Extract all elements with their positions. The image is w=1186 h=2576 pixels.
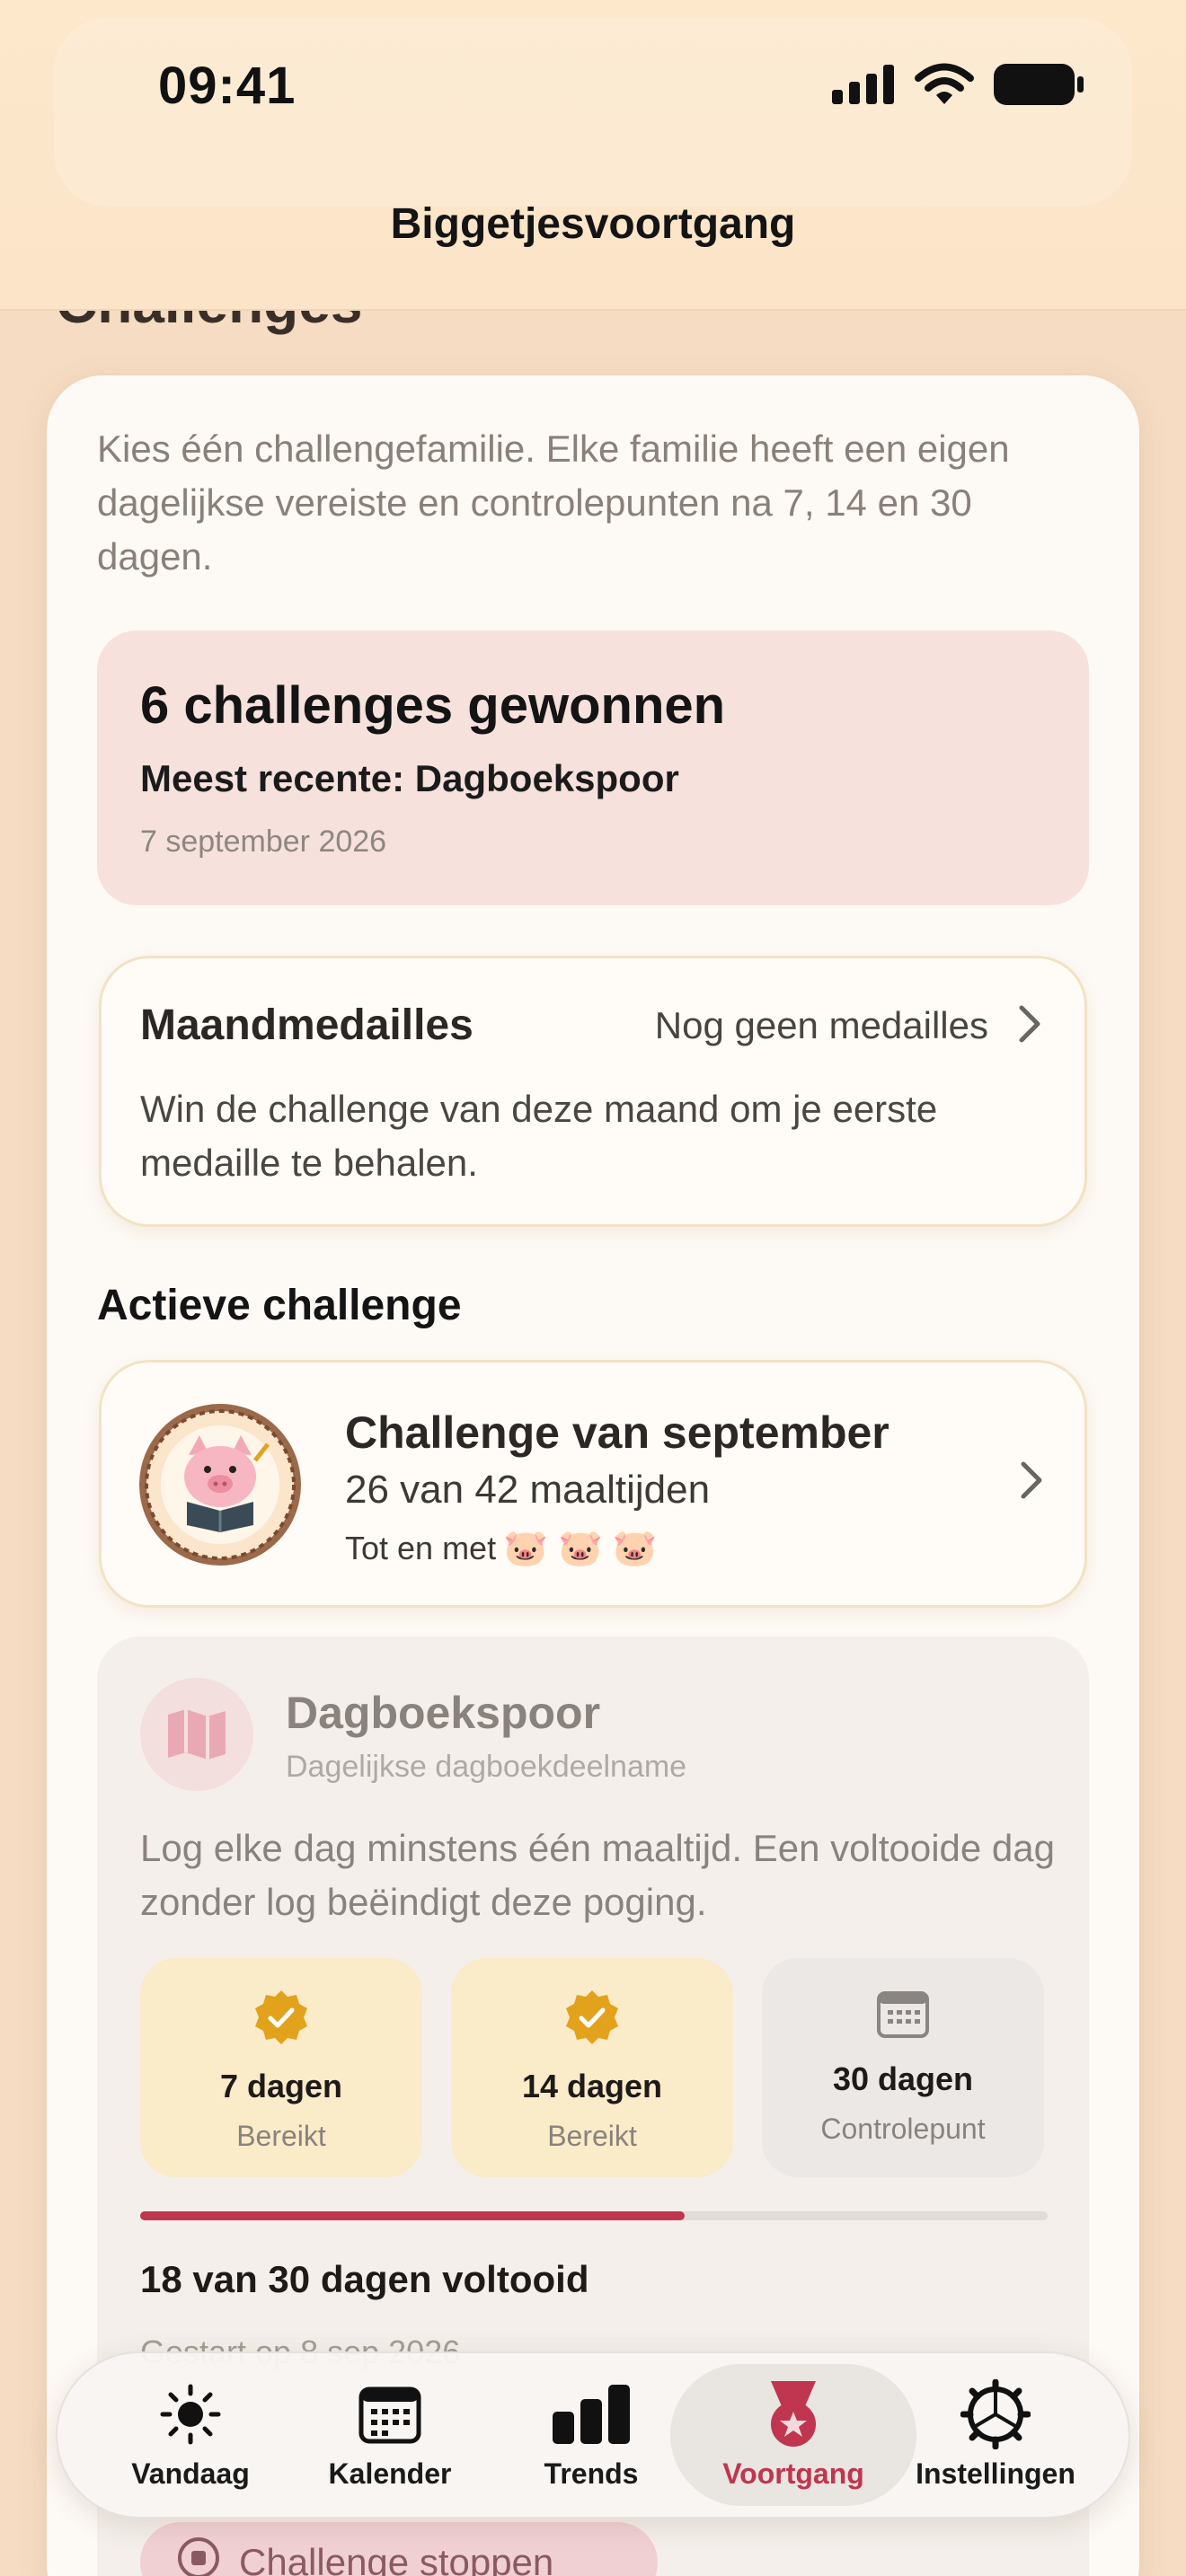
medal-status: Nog geen medailles bbox=[654, 1004, 988, 1046]
progress-bar bbox=[140, 2211, 1048, 2220]
chevron-right-icon bbox=[1017, 1004, 1042, 1048]
verified-check-icon bbox=[451, 1989, 733, 2050]
cellular-signal-icon bbox=[832, 65, 895, 109]
milestone-state: Bereikt bbox=[547, 2120, 637, 2152]
progress-bar-fill bbox=[140, 2211, 685, 2220]
calendar-icon bbox=[762, 1989, 1044, 2039]
medal-icon bbox=[693, 2378, 894, 2450]
medal-description: Win de challenge van deze maand om je ee… bbox=[140, 1088, 938, 1184]
pig-badge-icon bbox=[137, 1401, 304, 1568]
won-recent: Meest recente: Dagboekspoor bbox=[140, 757, 679, 799]
milestone-30: 30 dagen Controlepunt bbox=[762, 1958, 1044, 2177]
milestone-days: 7 dagen bbox=[219, 2068, 343, 2104]
tab-label: Kalender bbox=[328, 2457, 452, 2490]
milestone-days: 30 dagen bbox=[832, 2060, 974, 2097]
active-challenge-heading: Actieve challenge bbox=[97, 1282, 462, 1329]
bar-chart-icon bbox=[491, 2378, 692, 2450]
map-icon bbox=[140, 1678, 253, 1791]
stop-icon bbox=[176, 2536, 221, 2576]
page-title: Biggetjesvoortgang bbox=[390, 200, 796, 248]
tab-kalender[interactable]: Kalender bbox=[289, 2378, 491, 2504]
navigation-header: 09:41 Biggetjesvoortgang bbox=[0, 0, 1186, 311]
sun-icon bbox=[90, 2378, 291, 2450]
won-title: 6 challenges gewonnen bbox=[140, 676, 726, 735]
stop-label: Challenge stoppen bbox=[239, 2541, 554, 2576]
diary-title: Dagboekspoor bbox=[286, 1688, 601, 1738]
challenge-up-to: Tot en met 🐷 🐷 🐷 bbox=[345, 1527, 658, 1569]
tab-vandaag[interactable]: Vandaag bbox=[90, 2378, 291, 2504]
up-to-label: Tot en met bbox=[345, 1529, 497, 1566]
tab-label: Vandaag bbox=[131, 2457, 250, 2490]
diary-subtitle: Dagelijkse dagboekdeelname bbox=[286, 1750, 687, 1784]
intro-text: Kies één challengefamilie. Elke familie … bbox=[97, 428, 1010, 578]
verified-check-icon bbox=[140, 1989, 422, 2050]
tab-voortgang[interactable]: Voortgang bbox=[693, 2378, 894, 2504]
medal-title: Maandmedailles bbox=[140, 1001, 474, 1049]
battery-icon bbox=[994, 64, 1084, 110]
pig-emoji-icons: 🐷 🐷 🐷 bbox=[503, 1529, 658, 1568]
status-time: 09:41 bbox=[158, 57, 296, 115]
days-completed: 18 van 30 dagen voltooid bbox=[140, 2258, 589, 2300]
status-icons bbox=[832, 63, 1084, 110]
milestone-7: 7 dagen Bereikt bbox=[140, 1958, 422, 2177]
tab-instellingen[interactable]: Instellingen bbox=[895, 2378, 1096, 2504]
gear-icon bbox=[895, 2378, 1096, 2450]
milestone-state: Bereikt bbox=[236, 2120, 326, 2152]
won-date: 7 september 2026 bbox=[140, 825, 387, 859]
challenge-progress: 26 van 42 maaltijden bbox=[345, 1468, 711, 1512]
challenge-title: Challenge van september bbox=[345, 1407, 890, 1458]
wifi-icon bbox=[915, 63, 974, 110]
diary-description: Log elke dag minstens één maaltijd. Een … bbox=[140, 1827, 1056, 1923]
milestone-state: Controlepunt bbox=[820, 2113, 986, 2145]
stop-challenge-button[interactable]: Challenge stoppen bbox=[140, 2522, 658, 2576]
chevron-right-icon bbox=[1019, 1460, 1044, 1504]
tab-label: Voortgang bbox=[722, 2457, 864, 2490]
tab-label: Instellingen bbox=[916, 2457, 1075, 2490]
tab-trends[interactable]: Trends bbox=[491, 2378, 692, 2504]
milestone-days: 14 dagen bbox=[521, 2068, 663, 2104]
calendar-icon bbox=[289, 2378, 491, 2450]
milestone-14: 14 dagen Bereikt bbox=[451, 1958, 733, 2177]
tab-label: Trends bbox=[544, 2457, 639, 2490]
